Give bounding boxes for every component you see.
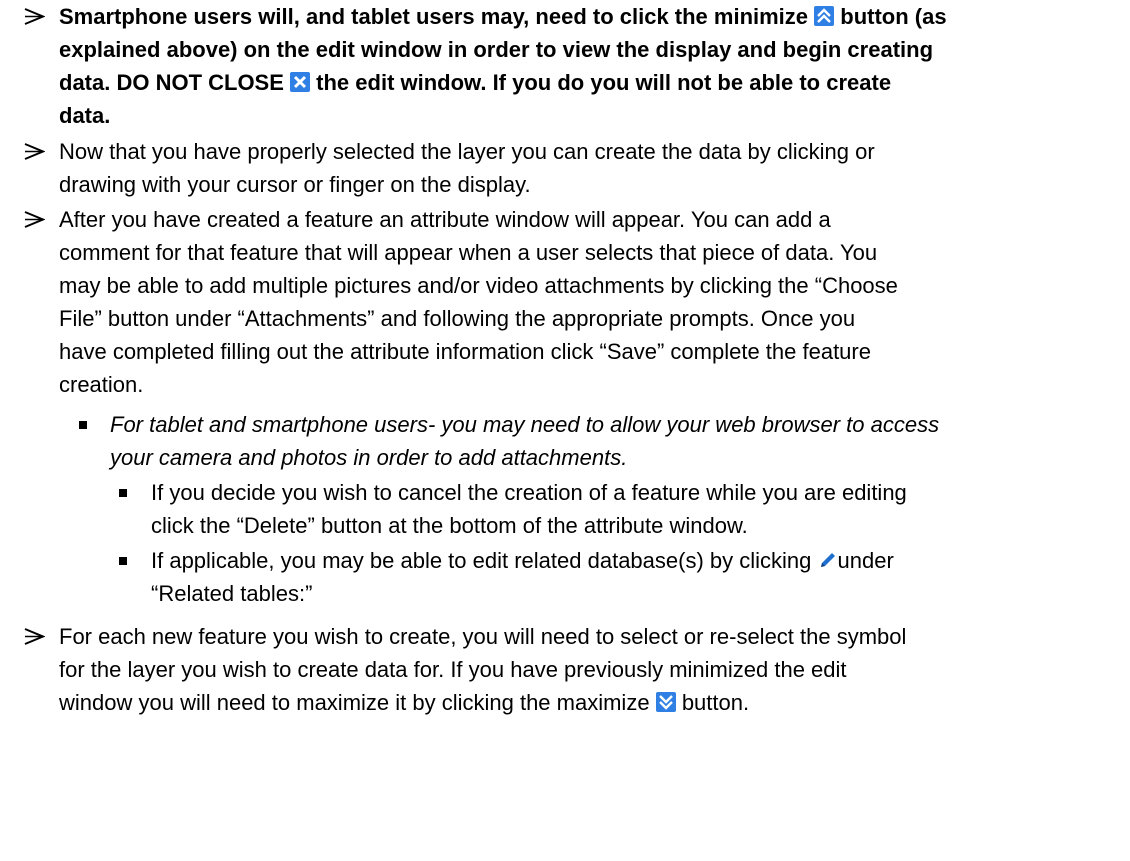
text-line: If you decide you wish to cancel the cre… (151, 480, 907, 505)
text-line: If applicable, you may be able to edit r… (151, 548, 894, 573)
text-line: for the layer you wish to create data fo… (59, 657, 847, 682)
maximize-icon (655, 692, 676, 712)
square-bullet-icon (79, 421, 87, 429)
pencil-icon (818, 550, 838, 570)
arrow-bullet-icon (24, 143, 45, 160)
sub-sub-bullet-item-cancel: If you decide you wish to cancel the cre… (0, 476, 1130, 544)
bullet-text: Smartphone users will, and tablet users … (59, 0, 1129, 132)
text-line: window you will need to maximize it by c… (59, 690, 750, 715)
text-line: For each new feature you wish to create,… (59, 624, 907, 649)
text-line: drawing with your cursor or finger on th… (59, 172, 531, 197)
bullet-text: If you decide you wish to cancel the cre… (151, 476, 1130, 542)
bullet-item-create-data: Now that you have properly selected the … (0, 135, 1130, 203)
text-line: “Related tables:” (151, 581, 313, 606)
text-line: After you have created a feature an attr… (59, 207, 831, 232)
text-line: click the “Delete” button at the bottom … (151, 513, 748, 538)
close-icon (290, 72, 311, 92)
minimize-icon (814, 6, 835, 26)
arrow-bullet-icon (24, 628, 45, 645)
square-bullet-icon (119, 557, 127, 565)
text-line: creation. (59, 372, 144, 397)
square-bullet-icon (119, 489, 127, 497)
text-line: explained above) on the edit window in o… (59, 37, 934, 62)
sub-sub-bullet-item-related-tables: If applicable, you may be able to edit r… (0, 544, 1130, 612)
text-line: data. DO NOT CLOSE the edit window. If y… (59, 70, 892, 95)
bullet-item-minimize-instructions: Smartphone users will, and tablet users … (0, 0, 1130, 135)
text-line: may be able to add multiple pictures and… (59, 273, 898, 298)
sub-bullet-item-permissions: For tablet and smartphone users- you may… (0, 408, 1130, 476)
bullet-text: After you have created a feature an attr… (59, 203, 1129, 401)
arrow-bullet-icon (24, 8, 45, 25)
text-line: comment for that feature that will appea… (59, 240, 878, 265)
bullet-item-new-feature: For each new feature you wish to create,… (0, 620, 1130, 755)
bullet-item-attribute-window: After you have created a feature an attr… (0, 203, 1130, 403)
document-page: Smartphone users will, and tablet users … (0, 0, 1130, 861)
text-line: your camera and photos in order to add a… (110, 445, 628, 470)
arrow-bullet-icon (24, 211, 45, 228)
text-line: For tablet and smartphone users- you may… (110, 412, 940, 437)
text-line: Smartphone users will, and tablet users … (59, 4, 947, 29)
text-line: data. (59, 103, 111, 128)
text-line: File” button under “Attachments” and fol… (59, 306, 856, 331)
bullet-text: For tablet and smartphone users- you may… (110, 408, 1130, 474)
bullet-text: For each new feature you wish to create,… (59, 620, 1129, 719)
text-line: Now that you have properly selected the … (59, 139, 875, 164)
text-line: have completed filling out the attribute… (59, 339, 871, 364)
bullet-text: If applicable, you may be able to edit r… (151, 544, 1130, 610)
bullet-text: Now that you have properly selected the … (59, 135, 1129, 201)
